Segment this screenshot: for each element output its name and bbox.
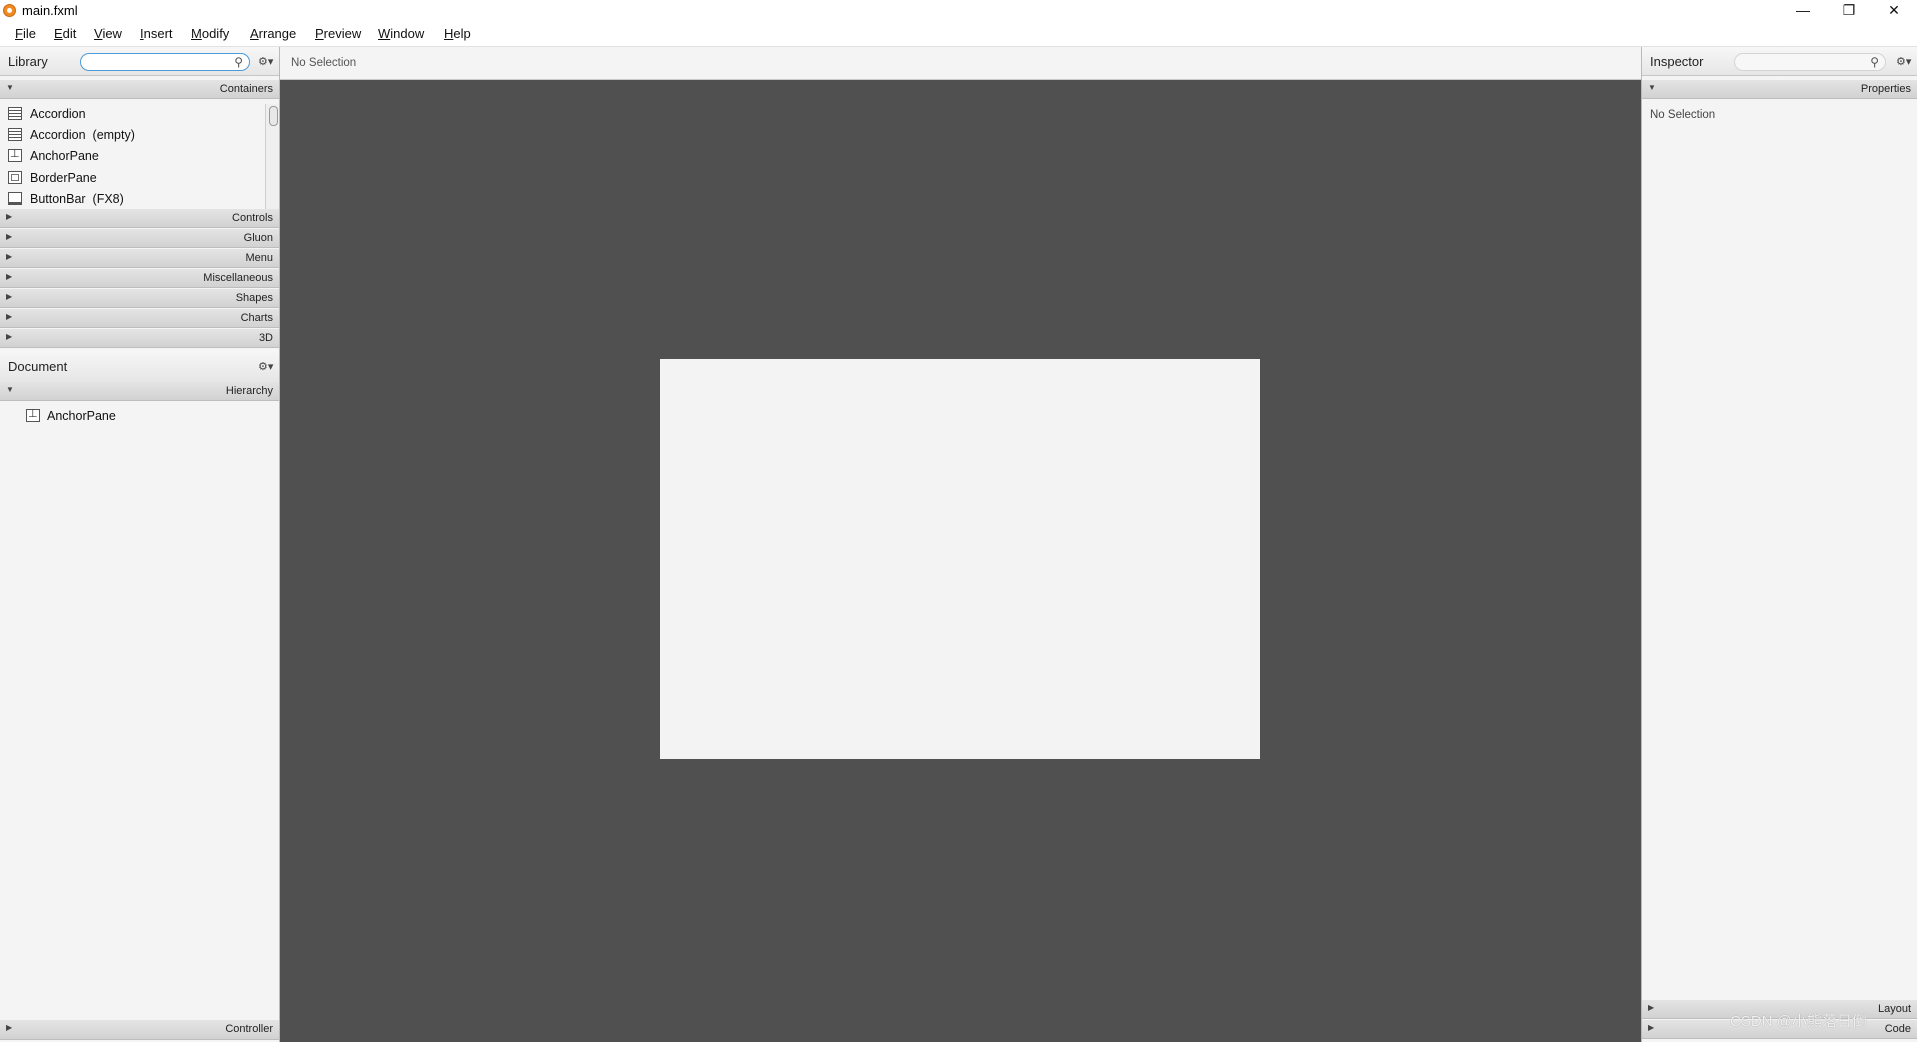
inspector-search-input[interactable]: ⚲ [1734, 53, 1886, 71]
accordion-icon [8, 128, 22, 141]
window-title: main.fxml [22, 3, 78, 18]
section-menu[interactable]: ▶ Menu [0, 249, 279, 268]
expanded-triangle-icon: ▼ [1648, 83, 1656, 92]
section-hierarchy[interactable]: ▼ Hierarchy [0, 382, 279, 401]
section-properties[interactable]: ▼ Properties [1642, 80, 1917, 99]
collapsed-triangle-icon: ▶ [1648, 1003, 1655, 1012]
section-3d[interactable]: ▶ 3D [0, 329, 279, 348]
restore-icon[interactable]: ❐ [1826, 0, 1872, 22]
library-list: Accordion Accordion (empty) AnchorPane B… [0, 104, 279, 210]
library-item-accordion-empty[interactable]: Accordion (empty) [0, 125, 265, 146]
document-title: Document [8, 359, 68, 374]
expanded-triangle-icon: ▼ [6, 385, 14, 394]
menu-bar: File Edit View Insert Modify Arrange Pre… [0, 22, 1917, 47]
search-icon: ⚲ [1870, 55, 1879, 69]
title-bar: main.fxml — ❐ ✕ [0, 0, 1917, 22]
content-status-bar: No Selection [280, 47, 1641, 80]
left-panel: Library ⚲ ⚙▾ ▼ Containers Accordion Acco… [0, 47, 280, 1042]
menu-file[interactable]: File [15, 26, 36, 41]
menu-insert[interactable]: Insert [140, 26, 173, 41]
anchorpane-icon [26, 407, 40, 422]
library-item-borderpane[interactable]: BorderPane [0, 168, 265, 189]
collapsed-triangle-icon: ▶ [6, 312, 13, 321]
gear-icon[interactable]: ⚙▾ [258, 55, 273, 68]
menu-view[interactable]: View [94, 26, 122, 41]
watermark: CSDN @小熊落日倒 [1730, 1013, 1867, 1030]
section-miscellaneous[interactable]: ▶ Miscellaneous [0, 269, 279, 288]
collapsed-triangle-icon: ▶ [1648, 1023, 1655, 1032]
library-search-input[interactable]: ⚲ [80, 53, 250, 71]
section-gluon[interactable]: ▶ Gluon [0, 229, 279, 248]
inspector-title: Inspector [1650, 54, 1704, 69]
menu-modify[interactable]: Modify [191, 26, 229, 41]
gear-icon[interactable]: ⚙▾ [1896, 55, 1911, 68]
inspector-no-selection: No Selection [1650, 109, 1716, 121]
collapsed-triangle-icon: ▶ [6, 272, 13, 281]
menu-help[interactable]: Help [444, 26, 471, 41]
minimize-icon[interactable]: — [1780, 0, 1826, 22]
menu-edit[interactable]: Edit [54, 26, 76, 41]
app-icon [3, 4, 16, 17]
section-controls[interactable]: ▶ Controls [0, 209, 279, 228]
close-icon[interactable]: ✕ [1871, 0, 1917, 22]
selection-status: No Selection [291, 57, 357, 69]
library-header: Library ⚲ ⚙▾ [0, 47, 279, 76]
section-controller[interactable]: ▶ Controller [0, 1020, 279, 1040]
library-item-accordion[interactable]: Accordion [0, 104, 265, 125]
menu-preview[interactable]: Preview [315, 26, 361, 41]
collapsed-triangle-icon: ▶ [6, 252, 13, 261]
anchorpane-icon [8, 147, 22, 162]
search-icon: ⚲ [234, 55, 243, 69]
library-item-buttonbar[interactable]: ButtonBar (FX8) [0, 189, 265, 210]
borderpane-icon [8, 171, 22, 184]
gear-icon[interactable]: ⚙▾ [258, 360, 273, 373]
document-header: Document ⚙▾ [0, 350, 279, 383]
accordion-icon [8, 107, 22, 120]
section-shapes[interactable]: ▶ Shapes [0, 289, 279, 308]
buttonbar-icon [8, 192, 22, 205]
collapsed-triangle-icon: ▶ [6, 232, 13, 241]
collapsed-triangle-icon: ▶ [6, 332, 13, 341]
library-scrollbar[interactable] [265, 104, 279, 210]
scrollbar-thumb[interactable] [269, 106, 278, 126]
menu-window[interactable]: Window [378, 26, 424, 41]
section-containers[interactable]: ▼ Containers [0, 80, 279, 99]
library-item-anchorpane[interactable]: AnchorPane [0, 146, 265, 167]
menu-arrange[interactable]: Arrange [250, 26, 296, 41]
inspector-panel: Inspector ⚲ ⚙▾ ▼ Properties No Selection… [1641, 47, 1917, 1042]
collapsed-triangle-icon: ▶ [6, 1023, 13, 1032]
anchorpane-preview[interactable] [660, 359, 1260, 759]
collapsed-triangle-icon: ▶ [6, 292, 13, 301]
inspector-header: Inspector ⚲ ⚙▾ [1642, 47, 1917, 76]
expanded-triangle-icon: ▼ [6, 83, 14, 92]
section-charts[interactable]: ▶ Charts [0, 309, 279, 328]
library-title: Library [8, 54, 48, 69]
collapsed-triangle-icon: ▶ [6, 212, 13, 221]
